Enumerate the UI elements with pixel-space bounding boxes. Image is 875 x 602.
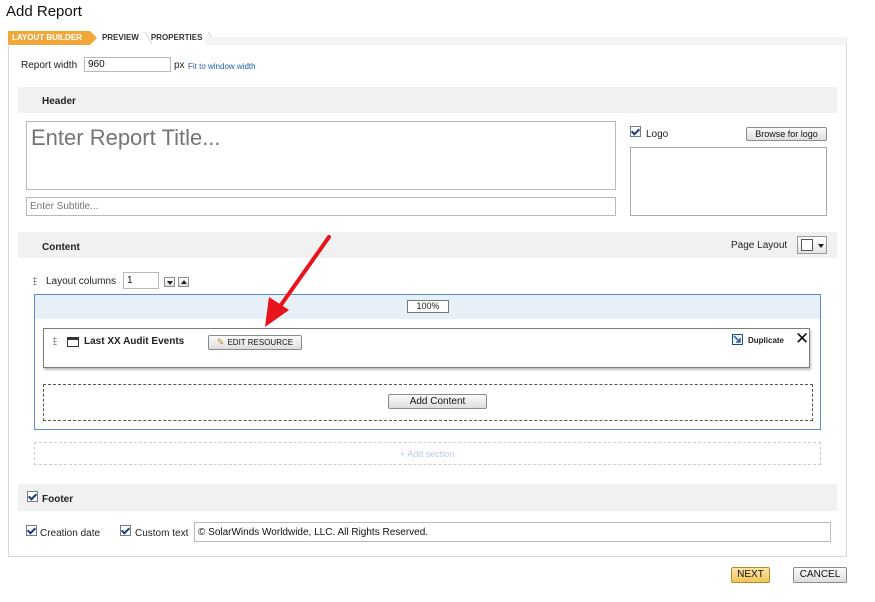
page-title: Add Report <box>6 3 82 20</box>
column-width-indicator[interactable]: 100% <box>407 300 449 313</box>
grip-icon[interactable] <box>33 277 37 285</box>
report-width-input[interactable] <box>84 57 171 72</box>
close-icon[interactable]: ✕ <box>795 330 809 347</box>
chevron-down-icon <box>818 244 824 248</box>
resource-window-icon <box>67 337 79 347</box>
add-section-dropzone[interactable]: + Add section <box>34 442 821 465</box>
grip-icon[interactable] <box>53 337 57 345</box>
header-band: Header <box>18 87 837 113</box>
logo-checkbox[interactable] <box>630 126 641 137</box>
creation-date-label: Creation date <box>40 528 101 539</box>
edit-resource-button[interactable]: ✎ EDIT RESOURCE <box>208 335 302 350</box>
logo-preview-box <box>630 147 827 216</box>
custom-text-checkbox[interactable] <box>120 525 131 536</box>
cancel-button[interactable]: CANCEL <box>793 567 847 583</box>
content-title: Content <box>42 242 80 253</box>
footer-checkbox[interactable] <box>27 491 38 502</box>
custom-text-input[interactable] <box>194 522 831 542</box>
wizard-steps: LAYOUT BUILDER PREVIEW PROPERTIES <box>8 31 210 45</box>
report-width-label: Report width <box>21 60 78 71</box>
fit-to-window-link[interactable]: Fit to window width <box>188 62 256 71</box>
footer-band: Footer <box>18 484 837 511</box>
edit-resource-label: EDIT RESOURCE <box>227 337 294 347</box>
layout-columns-label: Layout columns <box>46 276 117 287</box>
step-preview[interactable]: PREVIEW <box>98 31 147 45</box>
layout-columns-input[interactable] <box>123 272 159 289</box>
spin-up-icon[interactable] <box>178 277 189 287</box>
step-layout-builder[interactable]: LAYOUT BUILDER <box>8 31 97 45</box>
section-header: 100% <box>35 295 820 319</box>
duplicate-link[interactable]: Duplicate <box>748 336 784 345</box>
add-content-button[interactable]: Add Content <box>388 394 487 409</box>
creation-date-checkbox[interactable] <box>26 525 37 536</box>
custom-text-label: Custom text <box>135 528 189 539</box>
duplicate-icon[interactable] <box>732 334 743 345</box>
page-layout-icon <box>801 239 813 251</box>
pencil-icon: ✎ <box>216 337 225 347</box>
logo-label: Logo <box>646 129 669 140</box>
page-layout-dropdown[interactable] <box>797 236 827 254</box>
next-button[interactable]: NEXT <box>731 567 770 583</box>
spin-down-icon[interactable] <box>164 277 175 287</box>
report-title-input[interactable] <box>26 121 616 190</box>
annotation-arrow-icon <box>265 235 331 327</box>
footer-title: Footer <box>42 494 74 505</box>
report-width-unit: px <box>174 60 185 71</box>
content-band: Content Page Layout <box>18 232 837 258</box>
header-title: Header <box>42 96 76 107</box>
page-layout-label: Page Layout <box>731 240 788 251</box>
resource-panel: Last XX Audit Events ✎ EDIT RESOURCE Dup… <box>43 328 810 368</box>
resource-title: Last XX Audit Events <box>84 336 185 347</box>
add-section-label[interactable]: + Add section <box>400 449 454 459</box>
report-subtitle-input[interactable] <box>26 197 616 216</box>
step-properties[interactable]: PROPERTIES <box>147 31 211 45</box>
browse-logo-button[interactable]: Browse for logo <box>746 127 827 141</box>
